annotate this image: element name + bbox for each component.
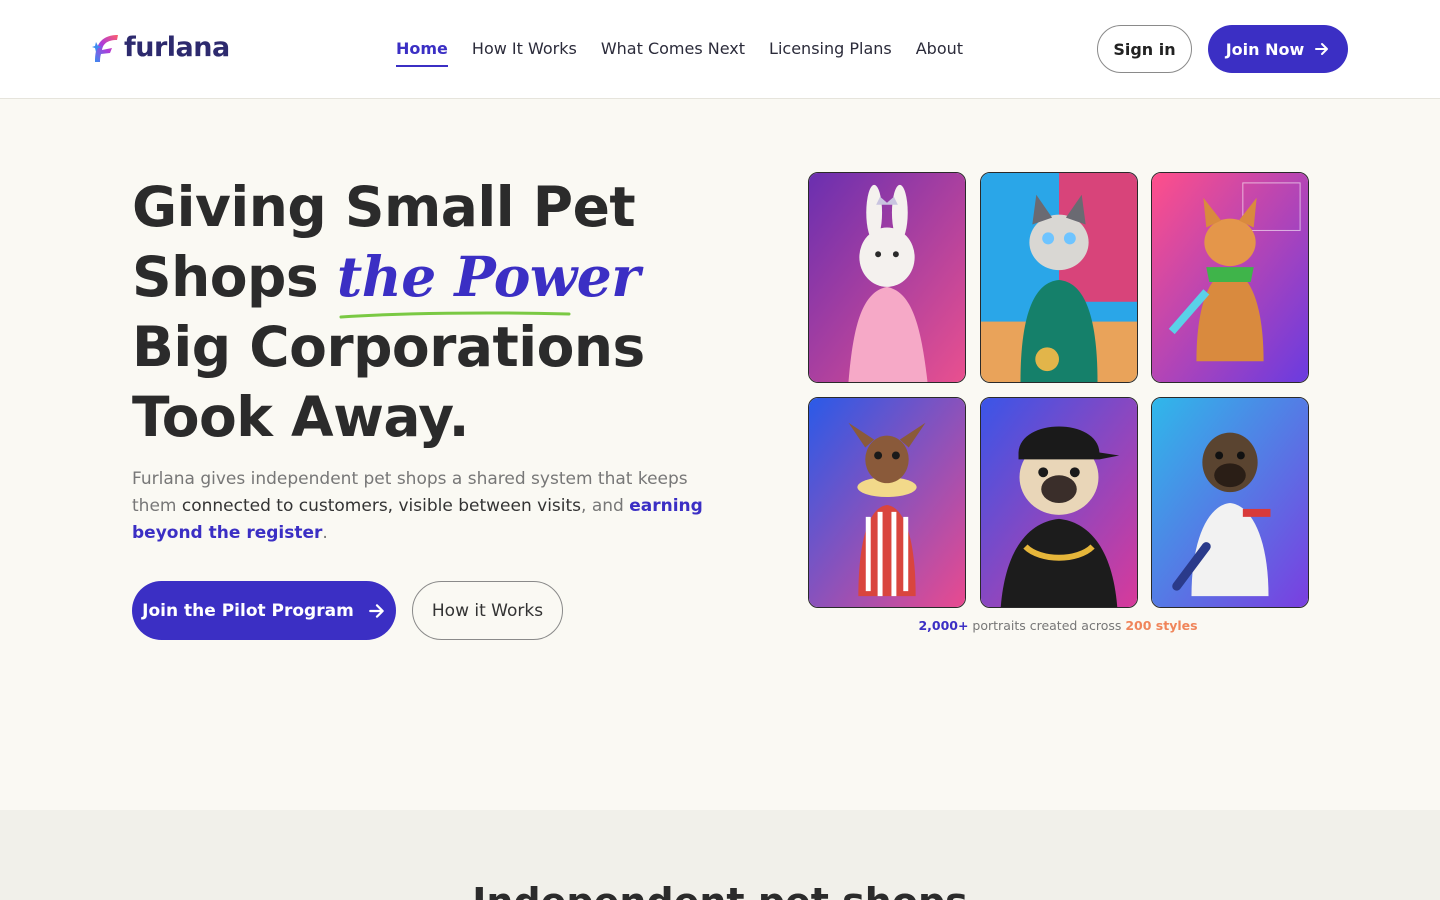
portrait-tile-corgi (1151, 172, 1309, 383)
how-it-works-button[interactable]: How it Works (412, 581, 563, 640)
join-now-button[interactable]: Join Now (1208, 25, 1348, 73)
hero-subtitle-part-3: , and (581, 496, 630, 516)
hero-subtitle: Furlana gives independent pet shops a sh… (132, 466, 712, 547)
nav-what-comes-next[interactable]: What Comes Next (601, 38, 745, 67)
logo[interactable]: furlana (92, 32, 230, 64)
nav-home[interactable]: Home (396, 38, 448, 67)
arrow-right-icon (1315, 43, 1329, 55)
caption-middle: portraits created across (968, 618, 1126, 633)
portrait-tile-pug (980, 397, 1138, 608)
portrait-tile-cat (980, 172, 1138, 383)
main-nav: Home How It Works What Comes Next Licens… (396, 38, 963, 67)
hero-title-shops: Shops (132, 245, 319, 309)
terrier-hoodie-image (1152, 398, 1308, 607)
hero-title-line-4: Took Away. (132, 385, 470, 449)
next-section: Independent pet shops (0, 810, 1440, 900)
logo-wordmark: furlana (124, 32, 230, 63)
cat-tracksuit-image (981, 173, 1137, 382)
hero-subtitle-part-5: . (322, 523, 328, 543)
corgi-gamer-image (1152, 173, 1308, 382)
hero-title-line-1: Giving Small Pet (132, 175, 636, 239)
sign-in-button[interactable]: Sign in (1097, 25, 1192, 73)
nav-about[interactable]: About (916, 38, 963, 67)
portrait-tile-chihuahua (808, 397, 966, 608)
nav-how-it-works[interactable]: How It Works (472, 38, 577, 67)
hero-title-highlight: the Power (336, 242, 640, 319)
gallery-caption: 2,000+ portraits created across 200 styl… (808, 618, 1308, 633)
hero-title-line-2: Shops the Power (132, 242, 752, 319)
green-underline-decoration (339, 311, 571, 319)
join-pilot-button[interactable]: Join the Pilot Program (132, 581, 396, 640)
arrow-right-icon (368, 603, 384, 618)
site-header: furlana Home How It Works What Comes Nex… (0, 0, 1440, 99)
sign-in-label: Sign in (1113, 39, 1176, 59)
style-count: 200 styles (1125, 618, 1198, 633)
furlana-logo-icon (92, 35, 118, 62)
hero-title-highlight-text: the Power (336, 244, 640, 309)
how-it-works-label: How it Works (431, 600, 544, 621)
join-now-label: Join Now (1225, 39, 1305, 59)
portrait-tile-bunny (808, 172, 966, 383)
portrait-tile-terrier (1151, 397, 1309, 608)
next-section-title: Independent pet shops (0, 880, 1440, 900)
pug-hiphop-image (981, 398, 1137, 607)
join-pilot-label: Join the Pilot Program (142, 600, 354, 621)
nav-licensing-plans[interactable]: Licensing Plans (769, 38, 892, 67)
hero-subtitle-part-2: connected to customers, visible between … (181, 496, 582, 516)
portrait-count: 2,000+ (918, 618, 969, 633)
hero-title-line-3: Big Corporations (132, 315, 645, 379)
bunny-princess-image (809, 173, 965, 382)
hero-title: Giving Small Pet Shops the Power Big Cor… (132, 172, 752, 452)
chihuahua-popcorn-image (809, 398, 965, 607)
